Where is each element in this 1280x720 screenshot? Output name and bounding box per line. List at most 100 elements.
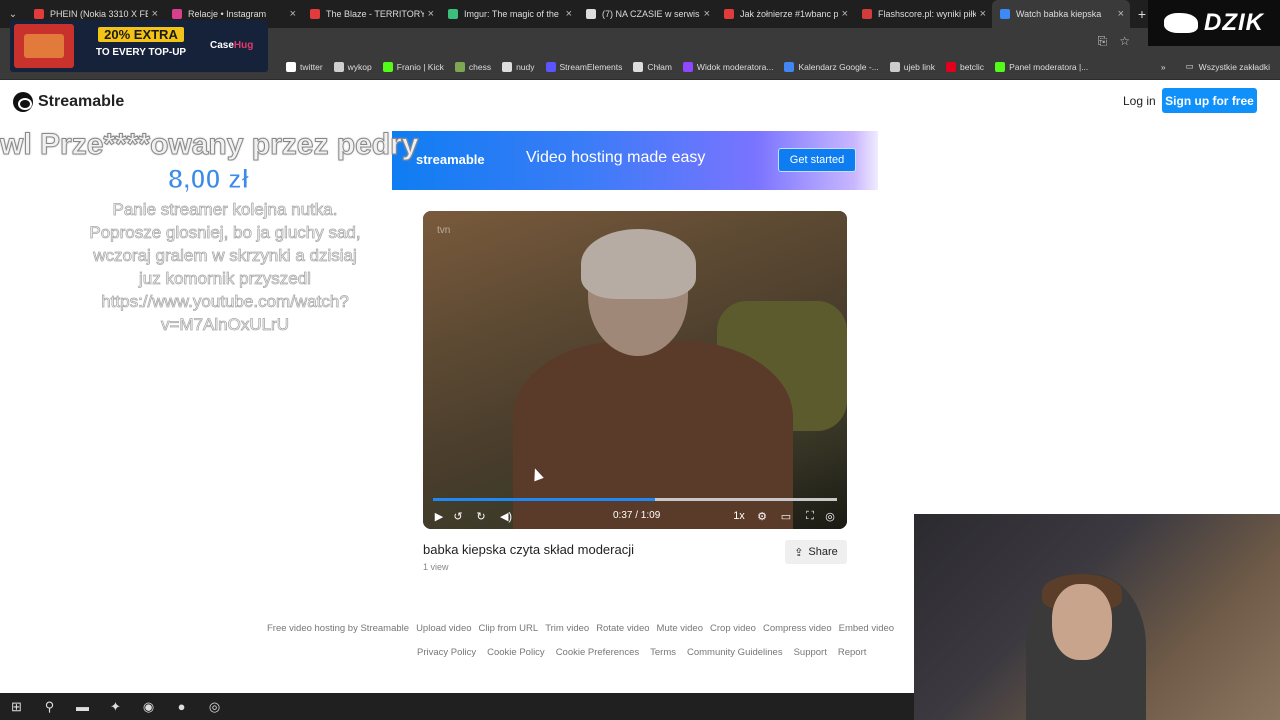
bookmark-star-icon[interactable]: ☆ (1119, 34, 1130, 49)
bookmark-item[interactable]: Chłam (633, 62, 672, 72)
footer-link[interactable]: Trim video (545, 623, 589, 634)
tab-title: The Blaze - TERRITORY (326, 9, 424, 19)
bookmark-item[interactable]: Panel moderatora |... (995, 62, 1088, 72)
windows-start-icon[interactable]: ⊞ (0, 693, 33, 720)
tab-close-icon[interactable]: × (980, 8, 986, 20)
video-person-hair (581, 229, 696, 299)
video-player[interactable]: tvn ▶ ↺ ↻ ◀) 0:37 / 1:09 1x ⚙ ▭ ⛶ ◎ (423, 211, 847, 529)
bookmark-item[interactable]: twitter (286, 62, 323, 72)
bookmark-icon (454, 62, 465, 72)
footer-links-row2: Privacy Policy Cookie Policy Cookie Prefer… (417, 647, 877, 658)
banner-brand: streamable (416, 152, 485, 167)
footer-link[interactable]: Crop video (710, 623, 756, 634)
bookmark-icon (382, 62, 393, 72)
tab-title: Imgur: The magic of the I (464, 9, 562, 19)
browser-tab[interactable]: Flashscore.pl: wyniki piłki × (854, 0, 992, 28)
browser-tab[interactable]: Watch babka kiepska × (992, 0, 1130, 28)
settings-gear-icon[interactable]: ⚙ (755, 509, 769, 523)
bookmark-icon (784, 62, 795, 72)
fullscreen-icon[interactable]: ⛶ (803, 509, 817, 523)
bookmark-item[interactable]: betclic (945, 62, 984, 72)
signup-button[interactable]: Sign up for free (1162, 88, 1257, 113)
footer-link[interactable]: Rotate video (596, 623, 649, 634)
bookmark-icon (945, 62, 956, 72)
bookmark-item[interactable]: ujeb link (889, 62, 935, 72)
video-progress-fill (433, 498, 656, 501)
bookmark-icon (502, 62, 513, 72)
footer-link[interactable]: Compress video (763, 623, 832, 634)
app-icon[interactable]: ✦ (99, 693, 132, 720)
bookmark-item[interactable]: nudy (502, 62, 535, 72)
bookmark-label: ujeb link (903, 62, 935, 72)
tab-title: Relacje • Instagram (188, 9, 267, 19)
playback-speed[interactable]: 1x (731, 509, 747, 523)
folder-icon: ▭ (1185, 61, 1194, 71)
streamer-face (1052, 584, 1112, 660)
footer-link[interactable]: Cookie Preferences (556, 647, 639, 658)
footer-link[interactable]: Free video hosting by Streamable (267, 623, 409, 634)
play-icon[interactable]: ▶ (432, 509, 446, 523)
footer-link[interactable]: Community Guidelines (687, 647, 783, 658)
bookmark-icon (545, 62, 556, 72)
streamable-logo[interactable]: Streamable (13, 92, 124, 112)
footer-link[interactable]: Embed video (839, 623, 894, 634)
bookmark-item[interactable]: StreamElements (545, 62, 622, 72)
browser-tab[interactable]: Imgur: The magic of the I × (440, 0, 578, 28)
bookmark-item[interactable]: Widok moderatora... (682, 62, 774, 72)
video-time: 0:37 / 1:09 (613, 510, 661, 521)
footer-link[interactable]: Privacy Policy (417, 647, 476, 658)
tab-close-icon[interactable]: × (290, 8, 296, 20)
footer-link[interactable]: Cookie Policy (487, 647, 545, 658)
boar-icon (1164, 13, 1198, 33)
volume-icon[interactable]: ◀) (499, 509, 513, 523)
footer-link[interactable]: Upload video (416, 623, 471, 634)
treasure-chest-image (14, 24, 74, 68)
tab-close-icon[interactable]: × (566, 8, 572, 20)
streamable-mini-icon[interactable]: ◎ (823, 509, 837, 523)
donor-name: wl Prze****owany przez pedry (0, 128, 419, 162)
login-link[interactable]: Log in (1123, 94, 1156, 108)
forward-icon[interactable]: ↻ (474, 509, 488, 523)
browser-tab[interactable]: (7) NA CZASIE w serwisie × (578, 0, 716, 28)
all-bookmarks[interactable]: » ▭ Wszystkie zakładki (1161, 61, 1270, 72)
tab-close-icon[interactable]: × (1118, 8, 1124, 20)
bookmark-icon (286, 62, 296, 72)
bookmark-label: Widok moderatora... (696, 62, 774, 72)
footer-link[interactable]: Terms (650, 647, 676, 658)
donation-amount: 8,00 zł (167, 164, 250, 195)
ad-brand-a: Case (210, 40, 234, 51)
video-progress-bar[interactable] (433, 498, 837, 501)
tab-favicon-icon (448, 9, 458, 19)
footer-link[interactable]: Clip from URL (479, 623, 539, 634)
tab-favicon-icon (724, 9, 734, 19)
bookmark-item[interactable]: chess (454, 62, 491, 72)
tab-close-icon[interactable]: × (428, 8, 434, 20)
footer-link[interactable]: Support (794, 647, 827, 658)
discord-icon[interactable]: ◎ (198, 693, 231, 720)
share-button[interactable]: ⇪ Share (785, 540, 847, 564)
browser-tab[interactable]: The Blaze - TERRITORY × (302, 0, 440, 28)
get-started-button[interactable]: Get started (778, 148, 856, 172)
search-icon[interactable]: ⚲ (33, 693, 66, 720)
obs-icon[interactable]: ● (165, 693, 198, 720)
translate-icon[interactable]: ⎘ (1098, 34, 1108, 49)
footer-link[interactable]: Report (838, 647, 867, 658)
rewind-icon[interactable]: ↺ (451, 509, 465, 523)
ad-brand: CaseHug (210, 40, 253, 51)
bookmark-item[interactable]: Franio | Kick (382, 62, 444, 72)
footer-link[interactable]: Mute video (657, 623, 703, 634)
tab-favicon-icon (310, 9, 320, 19)
tab-close-icon[interactable]: × (842, 8, 848, 20)
tab-close-icon[interactable]: × (704, 8, 710, 20)
tab-title: Jak żołnierze #1wbanc pr (740, 9, 838, 19)
file-explorer-icon[interactable]: ▬ (66, 693, 99, 720)
bookmark-item[interactable]: Kalendarz Google -... (784, 62, 879, 72)
chrome-icon[interactable]: ◉ (132, 693, 165, 720)
browser-tab[interactable]: Jak żołnierze #1wbanc pr × (716, 0, 854, 28)
picture-in-picture-icon[interactable]: ▭ (779, 509, 793, 523)
chevron-right-icon[interactable]: » (1161, 62, 1166, 72)
tab-close-icon[interactable]: × (152, 8, 158, 20)
video-controls: ▶ ↺ ↻ ◀) 0:37 / 1:09 1x ⚙ ▭ ⛶ ◎ (423, 507, 847, 527)
bookmark-item[interactable]: wykop (333, 62, 372, 72)
ad-banner[interactable]: streamable Video hosting made easy Get s… (392, 131, 878, 190)
